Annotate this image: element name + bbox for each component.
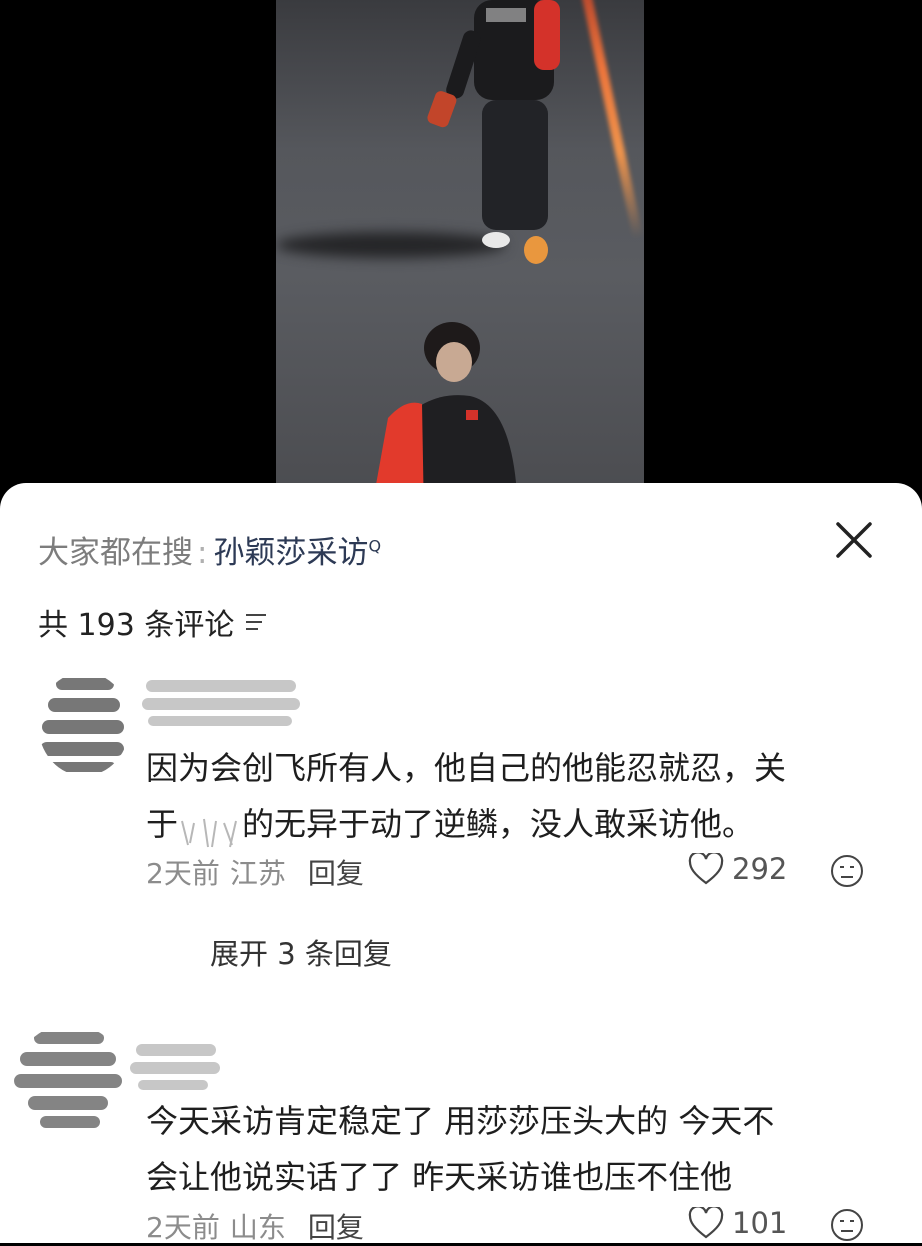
- dislike-face-icon[interactable]: [830, 854, 864, 888]
- like-count: 101: [732, 1206, 788, 1240]
- comment-line: 因为会创飞所有人，他自己的他能忍就忍，关: [146, 749, 787, 787]
- comment-count: 共 193 条评论: [38, 608, 235, 643]
- reply-button[interactable]: 回复: [308, 1206, 364, 1246]
- avatar[interactable]: [14, 1024, 126, 1136]
- search-icon: Q: [368, 536, 382, 556]
- video-player[interactable]: [0, 0, 922, 500]
- runner-figure-top: [427, 0, 560, 264]
- comment-location: 山东: [229, 1211, 286, 1244]
- like-count: 292: [732, 852, 788, 886]
- redacted-name: [178, 810, 242, 848]
- comment-location: 江苏: [229, 857, 286, 890]
- comment-line: 于的无异于动了逆鳞，没人敢采访他。: [146, 796, 786, 852]
- comment-meta: 2天前 江苏 回复: [146, 852, 364, 892]
- reply-button[interactable]: 回复: [308, 852, 364, 892]
- video-frame: [276, 0, 644, 500]
- comment-line: 会让他说实话了了 昨天采访谁也压不住他: [146, 1158, 733, 1196]
- dislike-face-icon[interactable]: [830, 1208, 864, 1242]
- close-icon[interactable]: [834, 520, 874, 560]
- like-button[interactable]: 101: [688, 1206, 787, 1240]
- trending-search-separator: :: [197, 535, 208, 571]
- trending-search-prefix: 大家都在搜: [38, 535, 193, 571]
- comment-time: 2天前: [146, 1211, 220, 1244]
- comment-count-row[interactable]: 共 193 条评论: [38, 600, 268, 644]
- blurred-username: [142, 680, 300, 726]
- avatar[interactable]: [38, 672, 130, 776]
- like-button[interactable]: 292: [688, 852, 787, 886]
- comment-body: 因为会创飞所有人，他自己的他能忍就忍，关 于的无异于动了逆鳞，没人敢采访他。: [146, 740, 786, 852]
- heart-icon: [688, 1207, 724, 1239]
- heart-icon: [688, 853, 724, 885]
- sort-lines-icon[interactable]: [244, 611, 268, 633]
- trending-search-keyword[interactable]: 孙颖莎采访: [213, 535, 368, 571]
- light-streak: [579, 0, 643, 239]
- comment-line: 今天采访肯定稳定了 用莎莎压头大的 今天不: [146, 1102, 775, 1140]
- comment-meta: 2天前 山东 回复: [146, 1206, 364, 1246]
- expand-replies-button[interactable]: 展开 3 条回复: [210, 931, 392, 973]
- trending-search[interactable]: 大家都在搜: 孙颖莎采访Q: [38, 527, 381, 572]
- comment-body: 今天采访肯定稳定了 用莎莎压头大的 今天不 会让他说实话了了 昨天采访谁也压不住…: [146, 1093, 774, 1205]
- blurred-username: [130, 1044, 220, 1090]
- comment-time: 2天前: [146, 857, 220, 890]
- runner-figure-bottom: [373, 322, 518, 500]
